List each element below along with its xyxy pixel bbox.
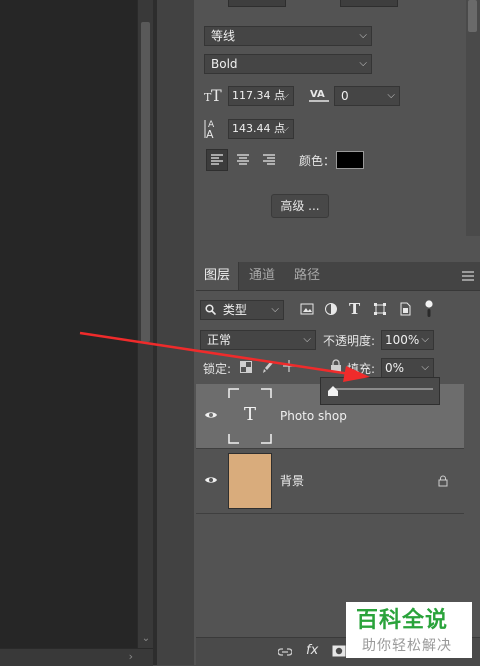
scrollbar-thumb[interactable]	[141, 22, 150, 342]
svg-text:T: T	[211, 86, 222, 104]
watermark-logo: 百科全说 助你轻松解决	[346, 602, 472, 658]
fill-slider-track[interactable]	[333, 388, 433, 390]
canvas-vertical-scrollbar[interactable]: ⌄	[137, 0, 154, 648]
visibility-eye-icon[interactable]	[204, 408, 218, 422]
scrollbar-thumb[interactable]	[468, 0, 477, 32]
lock-transparent-icon[interactable]	[240, 361, 252, 376]
color-label: 颜色：	[299, 154, 336, 168]
align-center-icon	[237, 154, 249, 165]
align-left-icon	[211, 154, 223, 165]
watermark-title: 百科全说	[356, 608, 449, 633]
align-left-button[interactable]	[206, 149, 228, 171]
filter-adjustment-icon[interactable]	[324, 302, 338, 319]
lock-brush-icon[interactable]	[261, 360, 273, 377]
chevron-down-icon: ⌵	[271, 304, 279, 315]
filter-smart-object-icon[interactable]	[398, 302, 412, 319]
document-canvas[interactable]	[0, 0, 137, 665]
background-layer-thumbnail	[228, 453, 272, 509]
layer-name[interactable]: 背景	[280, 449, 304, 513]
visibility-eye-icon[interactable]	[204, 473, 218, 487]
align-right-button[interactable]	[258, 149, 280, 171]
chevron-down-icon: ⌵	[303, 334, 311, 345]
advanced-button[interactable]: 高级 ...	[271, 194, 329, 218]
font-family-select[interactable]: 等线 ⌵	[204, 26, 372, 46]
chevron-down-icon: ⌵	[359, 58, 367, 69]
font-style-value: Bold	[211, 57, 238, 71]
text-color-swatch[interactable]	[336, 151, 364, 169]
opacity-value: 100%	[385, 333, 420, 347]
lock-label: 锁定:	[203, 362, 232, 376]
add-mask-icon[interactable]	[332, 645, 346, 657]
blend-mode-value: 正常	[207, 333, 232, 347]
svg-text:VA: VA	[310, 89, 325, 100]
tracking-icon: VA	[308, 87, 330, 108]
lock-all-icon[interactable]	[330, 359, 342, 376]
align-right-icon	[263, 154, 275, 165]
font-size-icon: TT	[204, 86, 224, 108]
font-size-value: 117.34 点	[232, 89, 285, 102]
opacity-label: 不透明度:	[323, 334, 376, 348]
fill-label: 填充:	[347, 362, 376, 376]
svg-text:A: A	[206, 128, 214, 140]
top-cut-button-right[interactable]	[340, 0, 398, 7]
align-center-button[interactable]	[232, 149, 254, 171]
tab-layers[interactable]: 图层	[196, 262, 239, 290]
fill-field[interactable]: 0% ⌵	[381, 358, 434, 378]
character-panel: 等线 ⌵ Bold ⌵ TT 117.34 点 ⌵ VA 0 ⌵ AA 143.…	[196, 0, 480, 258]
link-layers-icon[interactable]	[278, 646, 292, 658]
fx-button[interactable]: fx	[306, 643, 318, 658]
search-icon	[205, 304, 217, 316]
scroll-down-arrow-icon[interactable]: ⌄	[140, 633, 152, 644]
watermark-subtitle: 助你轻松解决	[362, 638, 452, 654]
tab-paths[interactable]: 路径	[286, 262, 328, 290]
fill-slider-popup	[320, 377, 440, 405]
lock-icon	[438, 475, 448, 487]
tracking-value: 0	[341, 89, 349, 103]
leading-value: 143.44 点	[232, 122, 285, 135]
text-layer-glyph: T	[243, 404, 256, 425]
chevron-down-icon: ⌵	[421, 334, 429, 345]
filter-type-value: 类型	[222, 303, 247, 317]
filter-type-icon[interactable]: T	[349, 300, 360, 318]
filter-shape-icon[interactable]	[373, 302, 387, 319]
layer-filter-select[interactable]: 类型 ⌵	[200, 300, 284, 320]
blend-mode-select[interactable]: 正常 ⌵	[200, 330, 316, 350]
font-family-value: 等线	[211, 29, 236, 43]
lock-move-icon[interactable]	[283, 360, 295, 375]
scroll-right-arrow-icon[interactable]: ›	[129, 650, 133, 663]
chevron-down-icon: ⌵	[387, 90, 395, 101]
fill-slider-thumb[interactable]	[328, 386, 338, 396]
opacity-field[interactable]: 100% ⌵	[381, 330, 434, 350]
font-style-select[interactable]: Bold ⌵	[204, 54, 372, 74]
panel-menu-icon[interactable]	[462, 270, 474, 284]
tracking-field[interactable]: 0 ⌵	[334, 86, 400, 106]
leading-field[interactable]: 143.44 点 ⌵	[228, 119, 294, 139]
layers-tabbar: 图层 通道 路径	[196, 262, 480, 291]
font-size-field[interactable]: 117.34 点 ⌵	[228, 86, 294, 106]
filter-pixel-icon[interactable]	[300, 302, 314, 319]
top-cut-button-left[interactable]	[228, 0, 286, 7]
chevron-down-icon: ⌵	[421, 362, 429, 373]
chevron-down-icon: ⌵	[359, 30, 367, 41]
leading-icon: AA	[204, 118, 224, 143]
filter-toggle-icon[interactable]	[424, 299, 434, 322]
layer-row-background[interactable]: 背景	[196, 449, 464, 514]
chevron-down-icon: ⌵	[281, 90, 289, 101]
fill-value: 0%	[385, 361, 405, 375]
chevron-down-icon: ⌵	[281, 123, 289, 134]
character-panel-scrollbar[interactable]	[466, 0, 480, 236]
text-layer-thumbnail: T	[228, 388, 272, 444]
tab-channels[interactable]: 通道	[241, 262, 283, 290]
canvas-horizontal-scrollbar[interactable]: ›	[0, 648, 153, 666]
panel-dock-gutter	[157, 0, 194, 665]
